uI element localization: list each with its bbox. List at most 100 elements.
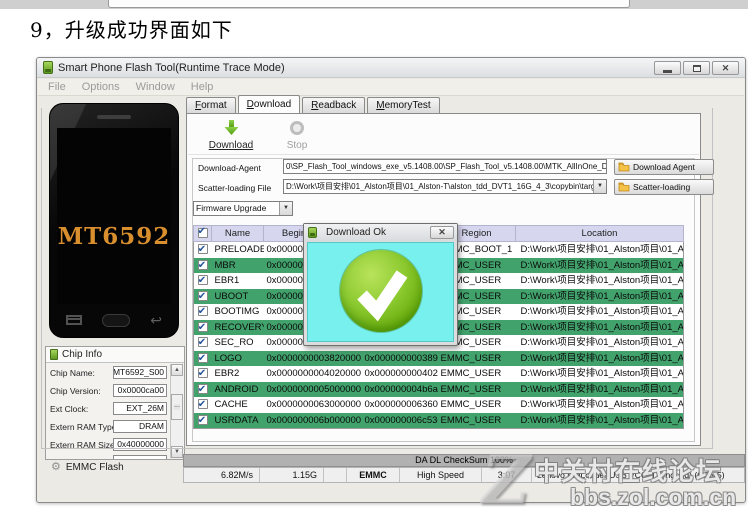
- table-row[interactable]: ANDROID 0x0000000005000000 0x000000004b6…: [193, 381, 684, 397]
- row-checkbox[interactable]: [197, 413, 208, 428]
- cell-name: ANDROID: [214, 383, 259, 395]
- cell-location: D:\Work\项目安排\01_Alston项目\01_Alston-T...: [520, 290, 684, 302]
- window-title: Smart Phone Flash Tool(Runtime Trace Mod…: [58, 61, 285, 74]
- restore-icon: [692, 64, 701, 72]
- column-header[interactable]: Name: [211, 225, 264, 242]
- cell-location: D:\Work\项目安排\01_Alston项目\01_Alston-T...: [520, 399, 684, 410]
- row-checkbox[interactable]: [197, 366, 208, 382]
- scatter-loading-button[interactable]: Scatter-loading: [614, 179, 714, 195]
- close-icon: [438, 228, 446, 237]
- row-checkbox[interactable]: [197, 320, 208, 335]
- tab-strip: Format Download Readback MemoryTest: [186, 95, 442, 113]
- row-checkbox[interactable]: [197, 382, 208, 397]
- status-segment: [324, 468, 347, 482]
- folder-icon: [618, 182, 630, 192]
- row-checkbox[interactable]: [197, 242, 208, 258]
- table-row[interactable]: EBR2 0x0000000004020000 0x00000000040201…: [194, 366, 684, 382]
- stop-button[interactable]: Stop: [275, 118, 319, 151]
- menu-bar: File Options Window Help: [38, 79, 744, 96]
- tab[interactable]: Download: [237, 95, 301, 113]
- status-segment: Lenovo PreLoader USB VCOM (Android) (COM…: [537, 470, 725, 480]
- cell-location: D:\Work\项目安排\01_Alston项目\01_Alston-T...: [520, 259, 684, 271]
- status-segment: 1.15G: [260, 468, 324, 482]
- row-checkbox[interactable]: [197, 289, 208, 304]
- menu-item[interactable]: Options: [82, 81, 120, 93]
- download-ok-dialog: Download Ok: [303, 223, 458, 346]
- row-checkbox[interactable]: [197, 335, 208, 351]
- dropdown-arrow-icon[interactable]: [279, 202, 292, 215]
- status-segment: 6.82M/s: [184, 468, 260, 482]
- page-heading: 9，升级成功界面如下: [30, 18, 233, 42]
- download-agent-label: Download-Agent: [198, 163, 261, 173]
- cell-location: D:\Work\项目安排\01_Alston项目\01_Alston-T...: [520, 383, 684, 395]
- app-window: Smart Phone Flash Tool(Runtime Trace Mod…: [36, 57, 746, 503]
- dialog-body: [307, 242, 454, 342]
- cell-end-address: 0x000000006c53e28b: [364, 414, 438, 426]
- cell-name: UBOOT: [214, 290, 249, 302]
- row-checkbox[interactable]: [197, 351, 208, 366]
- download-arrow-icon: [201, 118, 261, 138]
- tab[interactable]: Readback: [302, 97, 366, 113]
- stop-icon: [275, 118, 319, 138]
- checkbox-checked-icon[interactable]: [197, 227, 208, 239]
- firmware-mode-select[interactable]: Firmware Upgrade: [193, 201, 293, 216]
- emmc-flash-row: EMMC Flash: [51, 462, 124, 473]
- cell-location: D:\Work\项目安排\01_Alston项目\01_Alston-T...: [520, 368, 684, 379]
- cell-begin-address: 0x000000006b000000: [266, 414, 362, 426]
- cell-location: D:\Work\项目安排\01_Alston项目\01_Alston-T...: [520, 352, 684, 364]
- status-bar: 6.82M/s 1.15G EMMC High Speed 3:07 Lenovo Pre…: [183, 467, 745, 483]
- tab[interactable]: Format: [186, 97, 236, 113]
- success-check-icon: [339, 250, 422, 332]
- row-checkbox[interactable]: [197, 258, 208, 273]
- cell-end-address: 0x000000000389f0bd: [364, 352, 438, 364]
- cell-name: LOGO: [214, 352, 242, 364]
- toolbar-separator: [188, 154, 699, 155]
- cell-end-address: 0x000000006360e093: [364, 399, 438, 410]
- row-checkbox[interactable]: [197, 273, 208, 289]
- cell-location: D:\Work\项目安排\01_Alston项目\01_Alston-T...: [520, 321, 684, 333]
- row-checkbox[interactable]: [197, 304, 208, 320]
- download-agent-button[interactable]: Download Agent: [614, 159, 714, 175]
- folder-icon: [618, 162, 630, 172]
- cell-location: D:\Work\项目安排\01_Alston项目\01_Alston-T...: [520, 244, 684, 255]
- select-all-header[interactable]: [193, 225, 212, 242]
- dropdown-arrow-icon[interactable]: [593, 180, 606, 193]
- status-segment: EMMC: [347, 468, 400, 482]
- title-bar: Smart Phone Flash Tool(Runtime Trace Mod…: [37, 58, 745, 78]
- row-checkbox[interactable]: [197, 397, 208, 413]
- download-agent-path-field[interactable]: 0\SP_Flash_Tool_windows_exe_v5.1408.00\S…: [283, 159, 607, 174]
- cell-name: PRELOADER: [214, 244, 264, 255]
- cell-name: EBR1: [214, 275, 240, 286]
- cell-name: EBR2: [214, 368, 240, 379]
- cell-region: EMMC_USER: [440, 399, 502, 410]
- menu-item[interactable]: Window: [136, 81, 175, 93]
- column-header[interactable]: Location: [515, 225, 684, 242]
- menu-item[interactable]: File: [48, 81, 66, 93]
- cell-location: D:\Work\项目安排\01_Alston项目\01_Alston-T...: [520, 414, 684, 426]
- download-button[interactable]: Download: [201, 118, 261, 151]
- status-segment: High Speed: [400, 468, 482, 482]
- chip-field-value-partial: [113, 455, 167, 459]
- tab[interactable]: MemoryTest: [367, 97, 440, 113]
- dialog-close-button[interactable]: [430, 226, 454, 239]
- app-icon: [43, 61, 53, 74]
- cell-name: USRDATA: [214, 414, 259, 426]
- cell-location: D:\Work\项目安排\01_Alston项目\01_Alston-T...: [520, 306, 684, 317]
- scatter-file-select[interactable]: D:\Work\项目安排\01_Alston项目\01_Alston-T\als…: [283, 179, 607, 194]
- cell-region: EMMC_USER: [440, 383, 502, 395]
- minimize-icon: [663, 69, 672, 73]
- background-window-strip: [0, 0, 748, 9]
- table-row[interactable]: USRDATA 0x000000006b000000 0x000000006c5…: [193, 412, 684, 429]
- restore-button[interactable]: [683, 61, 710, 75]
- close-button[interactable]: [712, 61, 739, 75]
- table-row[interactable]: CACHE 0x0000000063000000 0x000000006360e…: [194, 397, 684, 413]
- dialog-title: Download Ok: [326, 227, 387, 238]
- menu-item[interactable]: Help: [191, 81, 214, 93]
- cell-begin-address: 0x0000000004020000: [266, 368, 362, 379]
- table-row[interactable]: LOGO 0x0000000003820000 0x000000000389f0…: [193, 350, 684, 366]
- scatter-file-label: Scatter-loading File: [198, 183, 272, 193]
- minimize-button[interactable]: [654, 61, 681, 75]
- progress-bar: DA DL CheckSum 100%: [183, 454, 745, 467]
- gear-icon: [51, 462, 61, 473]
- dialog-app-icon: [308, 227, 317, 238]
